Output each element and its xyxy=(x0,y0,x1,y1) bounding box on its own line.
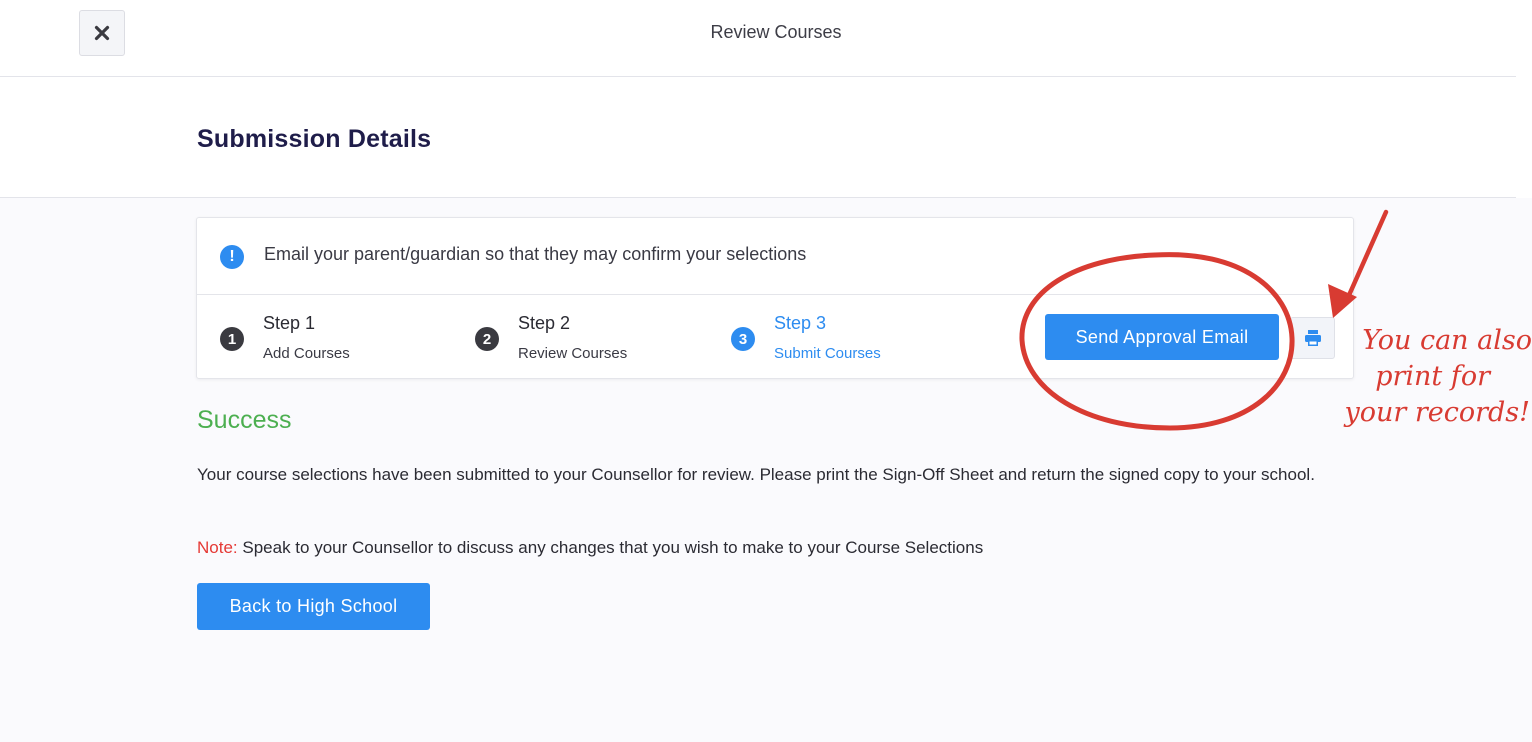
main-content: ! Email your parent/guardian so that the… xyxy=(0,198,1532,742)
printer-icon xyxy=(1304,330,1321,346)
info-icon: ! xyxy=(220,245,244,269)
info-banner: ! Email your parent/guardian so that the… xyxy=(197,218,1353,295)
header-section: Submission Details xyxy=(0,77,1516,198)
step-title: Step 3 xyxy=(774,313,827,333)
note-label: Note: xyxy=(197,538,238,557)
back-to-high-school-button[interactable]: Back to High School xyxy=(197,583,430,630)
top-bar: Review Courses xyxy=(0,0,1516,77)
info-message: Email your parent/guardian so that they … xyxy=(264,244,807,264)
success-title: Success xyxy=(197,406,292,434)
page-title: Submission Details xyxy=(197,125,432,153)
step-number-icon: 2 xyxy=(475,327,499,351)
step-subtitle: Add Courses xyxy=(263,345,350,362)
step-title: Step 1 xyxy=(263,313,316,333)
step-subtitle: Review Courses xyxy=(518,345,628,362)
topbar-title: Review Courses xyxy=(710,22,842,42)
step-number-icon: 1 xyxy=(220,327,244,351)
note-message: Note: Speak to your Counsellor to discus… xyxy=(197,538,983,558)
step-title: Step 2 xyxy=(518,313,571,333)
success-message: Your course selections have been submitt… xyxy=(197,465,1315,484)
note-body: Speak to your Counsellor to discuss any … xyxy=(237,538,984,557)
send-approval-email-button[interactable]: Send Approval Email xyxy=(1045,314,1279,360)
step-subtitle: Submit Courses xyxy=(774,345,881,362)
step-number-icon: 3 xyxy=(731,327,755,351)
print-button[interactable] xyxy=(1290,317,1335,359)
submission-card: ! Email your parent/guardian so that the… xyxy=(196,217,1354,379)
